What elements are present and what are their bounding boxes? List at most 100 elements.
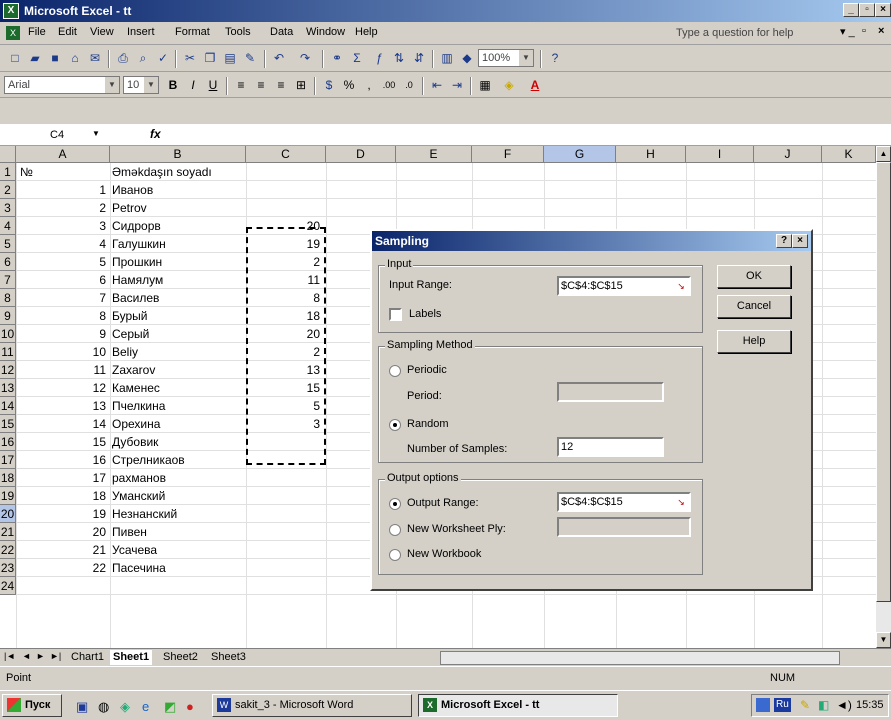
- autosum-icon[interactable]: Σ: [348, 50, 366, 67]
- tray-icon[interactable]: ✎: [800, 698, 810, 712]
- new-workbook-radio[interactable]: [389, 549, 401, 561]
- cell-surname[interactable]: Сидрорв: [112, 217, 246, 235]
- row-header[interactable]: 16: [0, 433, 16, 451]
- decrease-indent-icon[interactable]: ⇤: [428, 77, 446, 94]
- collapse-dialog-icon[interactable]: ↘: [674, 279, 688, 293]
- tray-app-icon[interactable]: [756, 698, 770, 712]
- media-player-quicklaunch-icon[interactable]: ●: [186, 699, 194, 714]
- drawing-icon[interactable]: ◆: [458, 50, 476, 67]
- column-header[interactable]: E: [396, 146, 472, 163]
- column-header[interactable]: K: [822, 146, 876, 163]
- first-sheet-icon[interactable]: |◄: [4, 651, 15, 661]
- volume-icon[interactable]: ◄): [836, 698, 852, 712]
- cell-surname[interactable]: Усачева: [112, 541, 246, 559]
- minimize-button[interactable]: _: [843, 3, 859, 17]
- row-header[interactable]: 6: [0, 253, 16, 271]
- cell-b1[interactable]: Əməkdaşın soyadı: [112, 163, 246, 181]
- print-preview-icon[interactable]: ⌕: [134, 50, 152, 67]
- cell-surname[interactable]: Галушкин: [112, 235, 246, 253]
- fx-icon[interactable]: fx: [150, 127, 161, 141]
- vertical-scrollbar[interactable]: ▲ ▼: [876, 146, 891, 648]
- merge-center-icon[interactable]: ⊞: [292, 77, 310, 94]
- menu-view[interactable]: View: [90, 26, 114, 38]
- cell-number[interactable]: 3: [16, 217, 106, 235]
- row-header[interactable]: 23: [0, 559, 16, 577]
- row-header[interactable]: 14: [0, 397, 16, 415]
- menu-tools[interactable]: Tools: [225, 26, 251, 38]
- random-radio[interactable]: [389, 419, 401, 431]
- column-header[interactable]: C: [246, 146, 326, 163]
- scroll-thumb[interactable]: [876, 162, 891, 602]
- cell-number[interactable]: 9: [16, 325, 106, 343]
- doc-close-button[interactable]: ×: [878, 25, 884, 37]
- underline-icon[interactable]: U: [204, 77, 222, 94]
- cell-number[interactable]: 18: [16, 487, 106, 505]
- cell-number[interactable]: 10: [16, 343, 106, 361]
- tab-sheet3[interactable]: Sheet3: [208, 650, 249, 665]
- output-range-field[interactable]: $C$4:$C$15 ↘: [557, 492, 691, 512]
- scroll-up-icon[interactable]: ▲: [876, 146, 891, 162]
- row-header[interactable]: 5: [0, 235, 16, 253]
- cut-icon[interactable]: ✂: [181, 50, 199, 67]
- cell-number[interactable]: 2: [16, 199, 106, 217]
- percent-icon[interactable]: %: [340, 77, 358, 94]
- font-size-select[interactable]: 10 ▼: [123, 76, 159, 94]
- periodic-radio[interactable]: [389, 365, 401, 377]
- cell-surname[interactable]: Иванов: [112, 181, 246, 199]
- menu-insert[interactable]: Insert: [127, 26, 155, 38]
- clock[interactable]: 15:35: [856, 699, 884, 711]
- cell-number[interactable]: 16: [16, 451, 106, 469]
- new-worksheet-ply-field[interactable]: [557, 517, 691, 537]
- row-header[interactable]: 12: [0, 361, 16, 379]
- hyperlink-icon[interactable]: ⚭: [328, 50, 346, 67]
- cell-surname[interactable]: рахманов: [112, 469, 246, 487]
- paste-icon[interactable]: ▤: [221, 50, 239, 67]
- copy-icon[interactable]: ❐: [201, 50, 219, 67]
- row-header[interactable]: 11: [0, 343, 16, 361]
- open-icon[interactable]: ▰: [26, 50, 44, 67]
- row-header[interactable]: 20: [0, 505, 16, 523]
- column-header[interactable]: H: [616, 146, 686, 163]
- menu-data[interactable]: Data: [270, 26, 293, 38]
- row-header[interactable]: 24: [0, 577, 16, 595]
- word-quicklaunch-icon[interactable]: ▣: [76, 699, 88, 715]
- row-header[interactable]: 4: [0, 217, 16, 235]
- cell-surname[interactable]: Уманский: [112, 487, 246, 505]
- select-all-corner[interactable]: [0, 146, 16, 163]
- ok-button[interactable]: OK: [717, 265, 791, 288]
- print-icon[interactable]: ⎙: [114, 50, 132, 67]
- cell-number[interactable]: 5: [16, 253, 106, 271]
- chevron-down-icon[interactable]: ▼: [92, 129, 100, 138]
- ie-quicklaunch-icon[interactable]: e: [142, 699, 149, 714]
- cell-number[interactable]: 22: [16, 559, 106, 577]
- cell-number[interactable]: 6: [16, 271, 106, 289]
- cell-surname[interactable]: Пчелкина: [112, 397, 246, 415]
- cell-number[interactable]: 7: [16, 289, 106, 307]
- sort-ascending-icon[interactable]: ⇅: [390, 50, 408, 67]
- chart-wizard-icon[interactable]: ▥: [438, 50, 456, 67]
- cell-number[interactable]: 12: [16, 379, 106, 397]
- doc-restore-button[interactable]: ▫: [862, 25, 866, 37]
- save-icon[interactable]: ■: [46, 50, 64, 67]
- language-indicator[interactable]: Ru: [774, 698, 791, 712]
- row-header[interactable]: 3: [0, 199, 16, 217]
- row-header[interactable]: 7: [0, 271, 16, 289]
- row-header[interactable]: 9: [0, 307, 16, 325]
- increase-indent-icon[interactable]: ⇥: [448, 77, 466, 94]
- cell-surname[interactable]: Серый: [112, 325, 246, 343]
- cell-surname[interactable]: Дубовик: [112, 433, 246, 451]
- cell-number[interactable]: 20: [16, 523, 106, 541]
- doc-minimize-button[interactable]: ▾ _: [840, 25, 855, 38]
- input-range-field[interactable]: $C$4:$C$15 ↘: [557, 276, 691, 296]
- cell-surname[interactable]: Намялум: [112, 271, 246, 289]
- redo-icon[interactable]: ↷: [296, 50, 314, 67]
- format-painter-icon[interactable]: ✎: [241, 50, 259, 67]
- menu-edit[interactable]: Edit: [58, 26, 77, 38]
- cell-surname[interactable]: Незнанский: [112, 505, 246, 523]
- spelling-icon[interactable]: ✓: [154, 50, 172, 67]
- new-icon[interactable]: □: [6, 50, 24, 67]
- cell-surname[interactable]: Zaxarov: [112, 361, 246, 379]
- row-header[interactable]: 13: [0, 379, 16, 397]
- horizontal-scrollbar[interactable]: [440, 651, 840, 665]
- media-quicklaunch-icon[interactable]: ◈: [120, 699, 130, 715]
